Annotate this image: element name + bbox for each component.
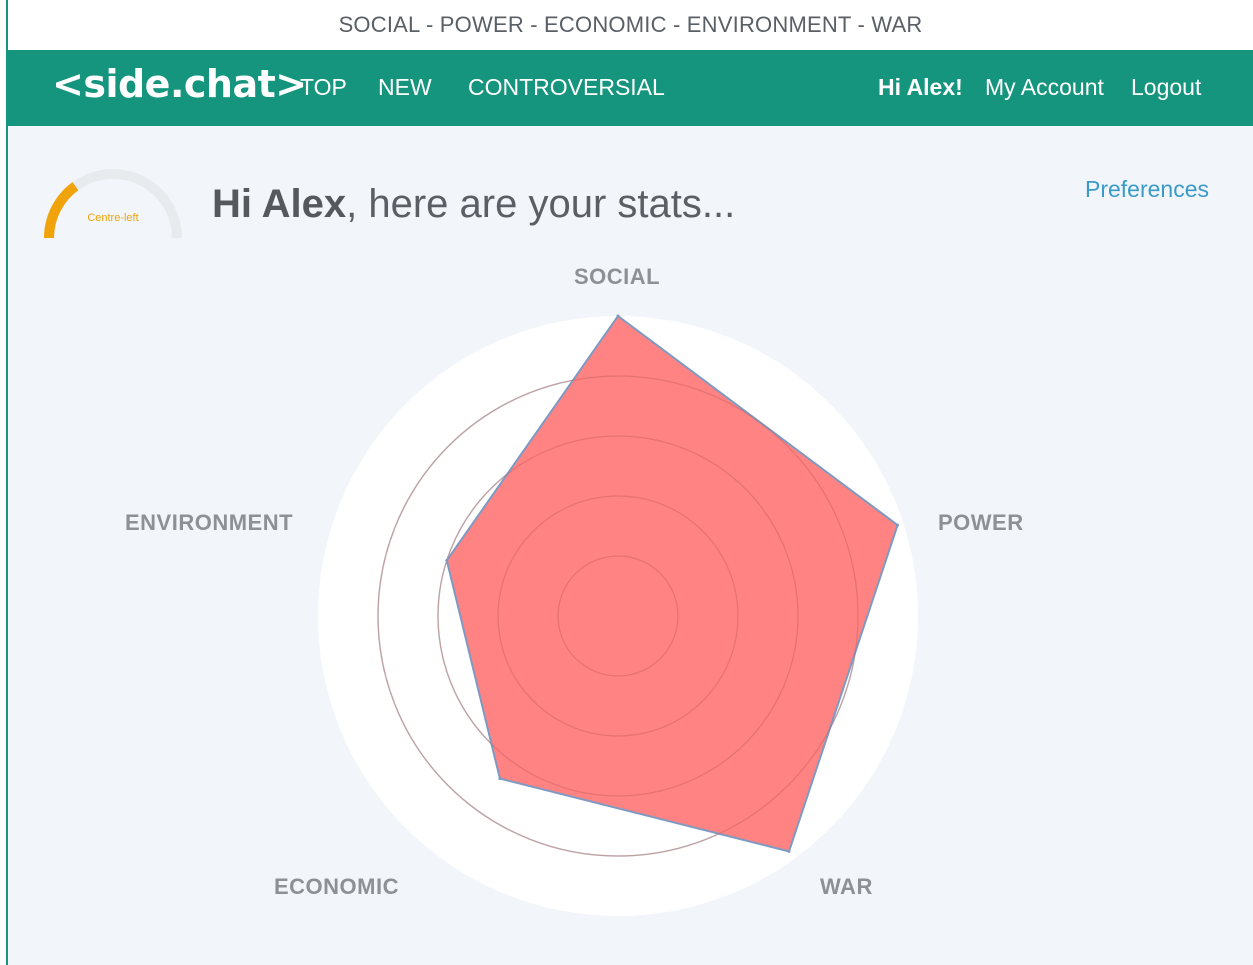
- heading-user-name: Hi Alex: [212, 182, 347, 226]
- user-greeting: Hi Alex!: [878, 74, 963, 100]
- radar-point-power: [896, 523, 900, 527]
- radar-point-environment: [445, 558, 449, 562]
- navbar: <side.chat> TOP NEW CONTROVERSIAL Hi Ale…: [8, 50, 1253, 126]
- stats-page: Centre-left Hi Alex, here are your stats…: [8, 126, 1253, 965]
- dimensions-text: SOCIAL - POWER - ECONOMIC - ENVIRONMENT …: [338, 12, 923, 37]
- dimensions-header: SOCIAL - POWER - ECONOMIC - ENVIRONMENT …: [8, 0, 1253, 51]
- axis-label-economic: ECONOMIC: [274, 874, 399, 899]
- axis-label-power: POWER: [938, 510, 1024, 535]
- heading-text: , here are your stats...: [346, 182, 736, 226]
- axis-label-social: SOCIAL: [574, 264, 661, 289]
- preferences-link[interactable]: Preferences: [1085, 176, 1209, 203]
- nav-top-link[interactable]: TOP: [300, 74, 347, 101]
- axis-label-war: WAR: [820, 874, 873, 899]
- logout-link[interactable]: Logout: [1131, 74, 1201, 101]
- gauge-label: Centre-left: [87, 212, 138, 224]
- site-logo[interactable]: <side.chat>: [52, 62, 307, 106]
- radar-point-social: [616, 314, 620, 318]
- radar-point-economic: [498, 777, 502, 781]
- radar-point-war: [787, 849, 791, 853]
- stats-heading: Hi Alex, here are your stats...: [212, 182, 735, 227]
- political-gauge: Centre-left: [44, 169, 182, 239]
- gauge-track: [44, 169, 182, 239]
- app-frame: SOCIAL - POWER - ECONOMIC - ENVIRONMENT …: [6, 0, 1253, 965]
- nav-controversial-link[interactable]: CONTROVERSIAL: [468, 74, 665, 101]
- gauge-fill: [44, 182, 79, 239]
- nav-new-link[interactable]: NEW: [378, 74, 432, 101]
- my-account-link[interactable]: My Account: [985, 74, 1104, 101]
- axis-label-environment: ENVIRONMENT: [125, 510, 294, 535]
- radar-chart: [318, 314, 918, 916]
